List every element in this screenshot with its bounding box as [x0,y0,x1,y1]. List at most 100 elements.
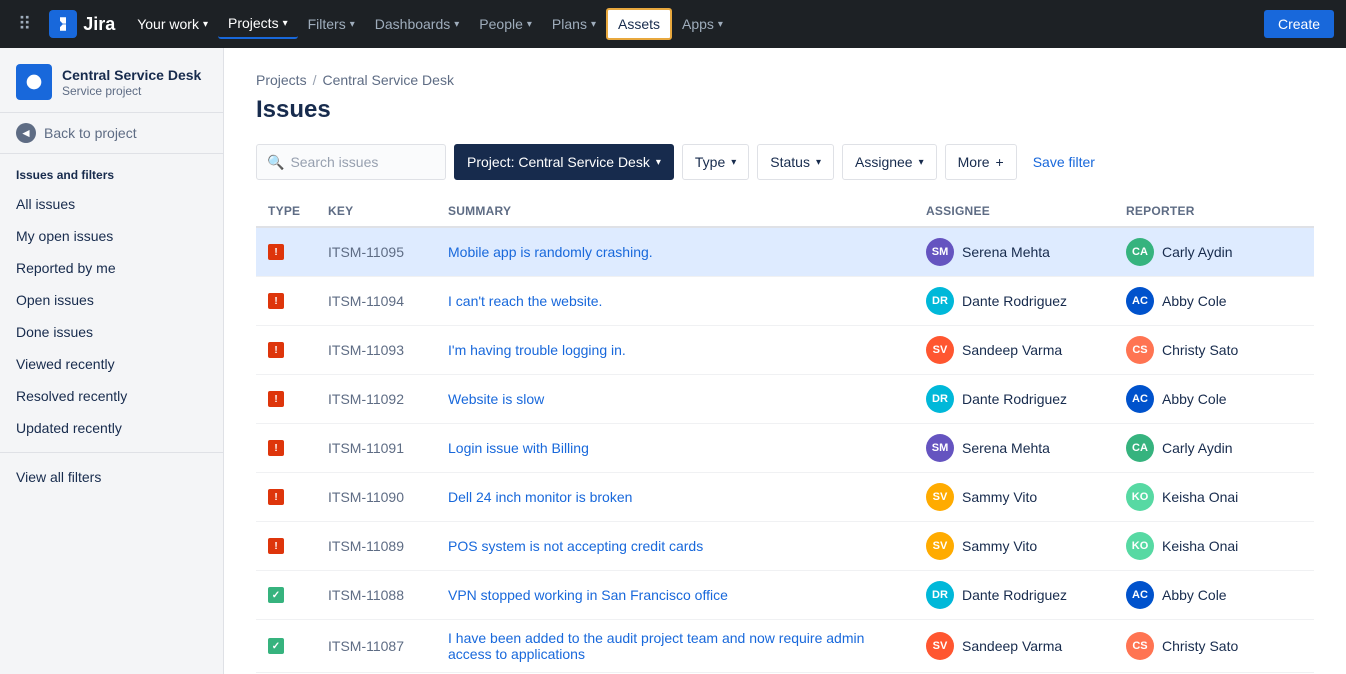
assignee-name: Sammy Vito [962,538,1037,554]
table-row[interactable]: !ITSM-11089POS system is not accepting c… [256,522,1314,571]
issue-summary[interactable]: POS system is not accepting credit cards [448,538,703,554]
nav-your-work[interactable]: Your work ▾ [127,10,218,38]
assignee-cell: SVSandeep Varma [914,326,1114,375]
issue-type-cell: ! [256,473,316,522]
reporter-name: Keisha Onai [1162,489,1238,505]
back-icon: ◄ [16,123,36,143]
avatar: KO [1126,483,1154,511]
nav-assets[interactable]: Assets [606,8,672,40]
table-row[interactable]: !ITSM-11094I can't reach the website.DRD… [256,277,1314,326]
table-row[interactable]: !ITSM-11092Website is slowDRDante Rodrig… [256,375,1314,424]
avatar: SM [926,238,954,266]
issue-type-cell: ✓ [256,571,316,620]
table-row[interactable]: !ITSM-11093I'm having trouble logging in… [256,326,1314,375]
chevron-down-icon: ▾ [731,157,736,168]
issue-summary[interactable]: I have been added to the audit project t… [448,630,864,662]
sidebar-item-open-issues[interactable]: Open issues [0,284,223,316]
sidebar-divider [0,452,223,453]
avatar: KO [1126,532,1154,560]
project-filter-button[interactable]: Project: Central Service Desk ▾ [454,144,674,180]
chevron-down-icon: ▾ [816,157,821,168]
save-filter-button[interactable]: Save filter [1025,154,1103,170]
view-all-filters[interactable]: View all filters [0,461,223,493]
more-filter-button[interactable]: More + [945,144,1017,180]
sidebar-item-done-issues[interactable]: Done issues [0,316,223,348]
issue-type-icon: ! [268,538,284,554]
sidebar-item-reported-by-me[interactable]: Reported by me [0,252,223,284]
issue-type-cell: ! [256,227,316,277]
table-row[interactable]: ! ITSM-11095 Mobile app is randomly crashi… [256,227,1314,277]
sidebar-item-resolved-recently[interactable]: Resolved recently [0,380,223,412]
assignee-cell: SVSammy Vito [914,522,1114,571]
main-layout: Central Service Desk Service project ◄ B… [0,48,1346,674]
issue-type-icon: ✓ [268,587,284,603]
issue-key: ITSM-11095 [328,244,404,260]
logo-icon [49,10,77,38]
issue-summary-cell: Dell 24 inch monitor is broken [436,473,914,522]
grid-icon[interactable]: ⠿ [12,8,37,41]
assignee-name: Dante Rodriguez [962,391,1067,407]
nav-people[interactable]: People ▾ [469,10,542,38]
reporter-name: Christy Sato [1162,638,1238,654]
table-row[interactable]: !ITSM-11091Login issue with BillingSMSer… [256,424,1314,473]
reporter-name: Abby Cole [1162,391,1227,407]
logo[interactable]: Jira [41,10,123,38]
col-reporter: Reporter [1114,196,1314,227]
reporter-cell: CACarly Aydin [1114,424,1314,473]
search-input[interactable] [290,154,435,170]
sidebar-item-viewed-recently[interactable]: Viewed recently [0,348,223,380]
issue-summary[interactable]: VPN stopped working in San Francisco off… [448,587,728,603]
table-row[interactable]: ! ITSM-11090 Dell 24 inch monitor is broke… [256,473,1314,522]
issue-summary[interactable]: I'm having trouble logging in. [448,342,626,358]
sidebar-item-updated-recently[interactable]: Updated recently [0,412,223,444]
assignee-filter-label: Assignee [855,154,913,170]
sidebar-item-my-open-issues[interactable]: My open issues [0,220,223,252]
sidebar-item-all-issues[interactable]: All issues [0,188,223,220]
back-to-project[interactable]: ◄ Back to project [0,113,223,154]
chevron-down-icon: ▾ [919,157,924,168]
assignee-filter-button[interactable]: Assignee ▾ [842,144,937,180]
issue-summary[interactable]: Login issue with Billing [448,440,589,456]
issue-key-cell: ITSM-11092 [316,375,436,424]
nav-apps[interactable]: Apps ▾ [672,10,733,38]
breadcrumb-project[interactable]: Central Service Desk [322,72,454,88]
project-name: Central Service Desk [62,66,201,84]
assets-label: Assets [618,16,660,32]
type-filter-button[interactable]: Type ▾ [682,144,749,180]
status-filter-button[interactable]: Status ▾ [757,144,834,180]
avatar: AC [1126,581,1154,609]
issue-key: ITSM-11090 [328,489,404,505]
issue-type-icon: ! [268,489,284,505]
issue-summary[interactable]: Website is slow [448,391,544,407]
col-assignee: Assignee [914,196,1114,227]
avatar: CS [1126,336,1154,364]
top-navigation: ⠿ Jira Your work ▾ Projects ▾ Filters ▾ … [0,0,1346,48]
project-info: Central Service Desk Service project [62,66,201,98]
filters-label: Filters [308,16,346,32]
issue-type-icon: ! [268,342,284,358]
chevron-icon: ▾ [203,19,208,30]
nav-plans[interactable]: Plans ▾ [542,10,606,38]
issue-key-cell: ITSM-11094 [316,277,436,326]
search-box[interactable]: 🔍 [256,144,446,180]
breadcrumb-projects[interactable]: Projects [256,72,307,88]
issue-type-cell: ! [256,375,316,424]
status-filter-label: Status [770,154,810,170]
issue-summary[interactable]: Mobile app is randomly crashing. [448,244,653,260]
table-row[interactable]: ✓ ITSM-11088 VPN stopped working in San Fr… [256,571,1314,620]
issue-summary[interactable]: Dell 24 inch monitor is broken [448,489,632,505]
nav-projects[interactable]: Projects ▾ [218,9,298,39]
nav-dashboards[interactable]: Dashboards ▾ [365,10,470,38]
page-title: Issues [256,96,1314,124]
nav-filters[interactable]: Filters ▾ [298,10,365,38]
assignee-name: Serena Mehta [962,440,1050,456]
issue-key: ITSM-11088 [328,587,404,603]
issues-table: Type Key Summary Assignee Reporter !ITSM… [256,196,1314,674]
create-button[interactable]: Create [1264,10,1334,38]
issue-type-cell: ✓ [256,620,316,673]
issue-summary-cell: POS system is not accepting credit cards [436,522,914,571]
reporter-name: Keisha Onai [1162,538,1238,554]
sidebar: Central Service Desk Service project ◄ B… [0,48,224,674]
table-row[interactable]: ✓ITSM-11087I have been added to the audi… [256,620,1314,673]
issue-summary[interactable]: I can't reach the website. [448,293,602,309]
